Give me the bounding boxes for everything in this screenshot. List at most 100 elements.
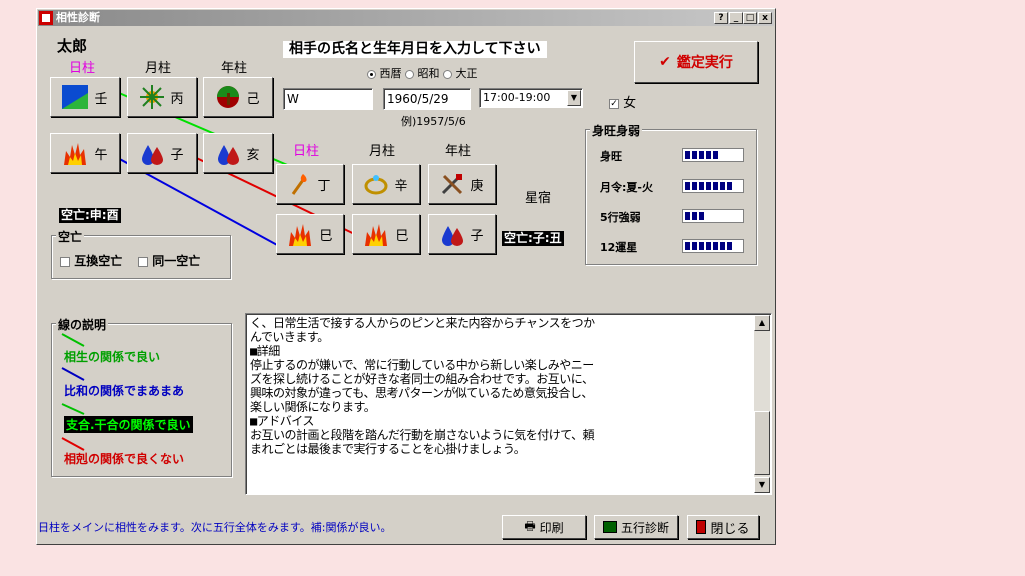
radio-taisho[interactable] — [443, 69, 452, 79]
partner-heaven-year[interactable]: 庚 — [428, 164, 496, 204]
strength-segment — [699, 242, 704, 250]
stem-label: 壬 — [94, 91, 108, 107]
partner-earth-month[interactable]: 巳 — [352, 214, 420, 254]
sunburst-icon — [140, 85, 165, 109]
legend-item: 比和の関係でまあまあ — [64, 384, 185, 398]
chevron-down-icon[interactable]: ▼ — [567, 90, 581, 106]
strength-segment — [685, 151, 690, 159]
person-earth-day[interactable]: 午 — [50, 133, 120, 173]
strength-segment — [692, 212, 697, 220]
radio-label: 昭和 — [417, 67, 440, 80]
execute-label: 鑑定実行 — [676, 55, 733, 71]
branch-label: 子 — [170, 147, 184, 163]
partner-earth-year[interactable]: 子 — [428, 214, 496, 254]
checkbox[interactable]: ✓ — [609, 98, 619, 109]
tree-icon — [217, 86, 240, 108]
stem-label: 辛 — [394, 178, 408, 194]
vertical-scrollbar[interactable]: ▲ ▼ — [754, 315, 770, 493]
female-label: 女 — [623, 96, 637, 111]
strength-label: 月令:夏-火 — [600, 181, 653, 194]
partner-kubou: 空亡:子:丑 — [502, 231, 564, 246]
water-drop-icon — [218, 145, 240, 165]
kubou-group: 空亡 互換空亡 同一空亡 — [51, 228, 231, 279]
result-text: く、日常生活で接する人からのピンと来た内容からチャンスをつか んでいきます。 ■… — [250, 316, 595, 456]
strength-segment — [685, 182, 690, 190]
partner-name-input[interactable]: W — [283, 88, 373, 110]
birthdate-input[interactable]: 1960/5/29 — [383, 88, 471, 110]
person-heaven-day[interactable]: 壬 — [50, 77, 120, 117]
person-heaven-year[interactable]: 己 — [203, 77, 273, 117]
result-textarea[interactable]: く、日常生活で接する人からのピンと来た内容からチャンスをつか んでいきます。 ■… — [245, 313, 772, 495]
kubou-option-swap[interactable]: 互換空亡 — [60, 252, 122, 269]
female-checkbox[interactable]: ✓ 女 — [609, 92, 636, 111]
time-select[interactable]: 17:00-19:00 ▼ — [479, 88, 583, 108]
strength-label: 12運星 — [600, 241, 638, 254]
status-text: 日柱をメインに相性をみます。次に五行全体をみます。補:関係が良い。 — [38, 521, 392, 534]
kubou-group-title: 空亡 — [56, 228, 85, 245]
strength-bar — [682, 239, 744, 253]
branch-label: 午 — [94, 147, 108, 163]
stem-label: 丙 — [170, 91, 184, 107]
partner-heaven-month[interactable]: 辛 — [352, 164, 420, 204]
strength-bar — [682, 209, 744, 223]
scroll-thumb[interactable] — [754, 411, 770, 475]
radio-showa[interactable] — [405, 69, 414, 79]
scroll-up-arrow[interactable]: ▲ — [754, 315, 770, 331]
tools-icon — [442, 174, 463, 195]
partner-earth-day[interactable]: 巳 — [276, 214, 344, 254]
strength-segment — [685, 212, 690, 220]
strength-label: 身旺 — [600, 150, 622, 163]
stem-label: 己 — [246, 91, 260, 107]
person-name: 太郎 — [57, 37, 88, 55]
printer-icon: 🖶 — [524, 518, 536, 533]
branch-label: 亥 — [246, 147, 260, 163]
stem-label: 丁 — [317, 178, 331, 194]
kubou-option-label: 互換空亡 — [74, 254, 123, 268]
partner-header-day: 日柱 — [293, 144, 320, 159]
strength-segment — [692, 151, 697, 159]
radio-seireki[interactable] — [367, 69, 376, 79]
branch-label: 巳 — [395, 228, 409, 244]
strength-segment — [699, 182, 704, 190]
strength-segment — [699, 212, 704, 220]
scroll-down-arrow[interactable]: ▼ — [754, 477, 770, 493]
partner-prompt: 相手の氏名と生年月日を入力して下さい — [283, 41, 547, 58]
print-label: 印刷 — [539, 520, 564, 535]
strength-title: 身旺身弱 — [590, 122, 643, 139]
branch-label: 巳 — [319, 228, 333, 244]
strength-segment — [720, 182, 725, 190]
execute-button[interactable]: ✔ 鑑定実行 — [634, 41, 758, 83]
fire-icon — [365, 224, 388, 246]
match-icon — [292, 174, 308, 195]
radio-label: 西暦 — [379, 67, 402, 80]
water-drop-icon — [142, 145, 164, 165]
partner-heaven-day[interactable]: 丁 — [276, 164, 344, 204]
strength-segment — [706, 151, 711, 159]
checkmark-icon: ✔ — [659, 54, 671, 70]
person-earth-month[interactable]: 子 — [127, 133, 197, 173]
radio-label: 大正 — [455, 67, 478, 80]
fire-icon — [289, 224, 312, 246]
legend-item: 支合.干合の関係で良い — [64, 416, 193, 433]
close-button[interactable]: 閉じる — [687, 515, 759, 539]
person-earth-year[interactable]: 亥 — [203, 133, 273, 173]
strength-segment — [727, 242, 732, 250]
strength-segment — [713, 151, 718, 159]
gogyo-button[interactable]: 五行診断 — [594, 515, 678, 539]
kubou-option-same[interactable]: 同一空亡 — [138, 252, 200, 269]
checkbox[interactable] — [60, 256, 70, 267]
stem-label: 庚 — [470, 178, 484, 194]
strength-segment — [727, 182, 732, 190]
strength-segment — [685, 242, 690, 250]
print-button[interactable]: 🖶 印刷 — [502, 515, 586, 539]
water-drop-icon — [442, 226, 464, 246]
checkbox[interactable] — [138, 256, 148, 267]
person-heaven-month[interactable]: 丙 — [127, 77, 197, 117]
strength-segment — [713, 242, 718, 250]
legend-item: 相剋の関係で良くない — [64, 452, 185, 466]
calendar-radio-group: 西暦 昭和 大正 — [367, 65, 478, 81]
person-kubou: 空亡:申:酉 — [59, 208, 121, 223]
star-label: 星宿 — [525, 191, 552, 206]
strength-segment — [706, 182, 711, 190]
fire-icon — [64, 143, 87, 165]
